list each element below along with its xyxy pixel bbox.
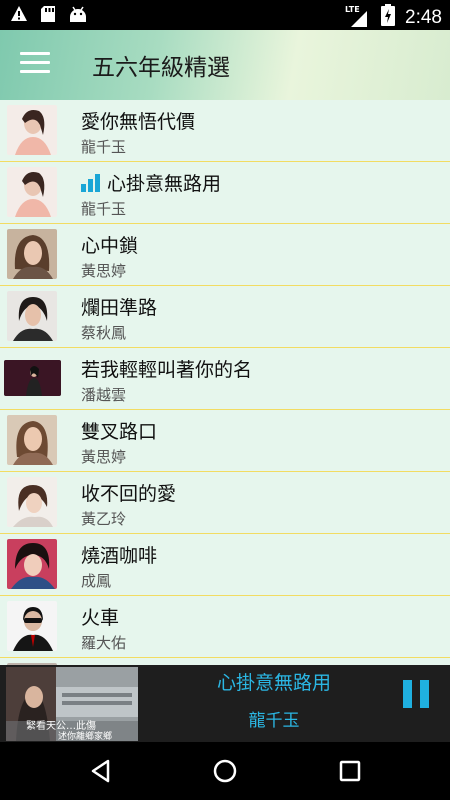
clock: 2:48: [405, 6, 442, 28]
album-art: [7, 291, 57, 341]
art-caption-2: 述你離鄉家鄉: [58, 732, 113, 741]
app-bar: 五六年級精選: [0, 30, 450, 100]
sd-card-icon: [40, 5, 56, 27]
song-artist: 龍千玉: [81, 200, 127, 218]
album-art: [7, 167, 57, 217]
now-playing-art: 緊看天公…此傷 述你離鄉家鄉: [6, 667, 138, 741]
menu-icon[interactable]: [20, 52, 50, 78]
list-item[interactable]: 若我輕輕叫著你的名 潘越雲: [0, 348, 450, 410]
page-title: 五六年級精選: [92, 55, 230, 81]
song-artist: 黃乙玲: [81, 510, 127, 528]
list-item[interactable]: 爛田準路 蔡秋鳳: [0, 286, 450, 348]
signal-icon: LTE: [345, 5, 371, 29]
song-artist: 龍千玉: [81, 138, 127, 156]
list-item-partial[interactable]: [0, 658, 450, 665]
status-bar: LTE 2:48: [0, 0, 450, 30]
song-title: 火車: [81, 607, 120, 629]
song-artist: 黃思婷: [81, 448, 127, 466]
song-artist: 黃思婷: [81, 262, 127, 280]
album-art: [7, 539, 57, 589]
song-title: 心中鎖: [81, 235, 139, 257]
list-item[interactable]: 燒酒咖啡 成鳳: [0, 534, 450, 596]
recents-icon[interactable]: [335, 756, 365, 786]
album-art: [7, 229, 57, 279]
album-art: [7, 601, 57, 651]
warning-icon: [10, 5, 28, 27]
song-title: 爛田準路: [81, 297, 158, 319]
song-title: 燒酒咖啡: [81, 545, 158, 567]
list-item[interactable]: 心中鎖 黃思婷: [0, 224, 450, 286]
song-title: 雙叉路口: [81, 421, 158, 443]
album-art: [4, 360, 61, 396]
song-list[interactable]: 愛你無悟代價 龍千玉 心掛意無路用 龍千玉 心中鎖 黃思婷 爛田準路 蔡秋鳳 若…: [0, 100, 450, 665]
now-playing-title: 心掛意無路用: [216, 672, 331, 694]
song-title: 若我輕輕叫著你的名: [81, 359, 253, 381]
album-art: [7, 477, 57, 527]
song-title: 收不回的愛: [81, 483, 177, 505]
now-playing-icon: [81, 173, 101, 192]
album-art: [7, 105, 57, 155]
song-title: 愛你無悟代價: [81, 111, 196, 133]
pause-icon[interactable]: [403, 680, 429, 708]
battery-charging-icon: [381, 4, 396, 31]
list-item[interactable]: 雙叉路口 黃思婷: [0, 410, 450, 472]
home-icon[interactable]: [210, 756, 240, 786]
back-icon[interactable]: [86, 756, 116, 786]
list-item[interactable]: 愛你無悟代價 龍千玉: [0, 100, 450, 162]
song-title: 心掛意無路用: [107, 173, 222, 195]
list-item[interactable]: 火車 羅大佑: [0, 596, 450, 658]
now-playing-bar[interactable]: 緊看天公…此傷 述你離鄉家鄉 心掛意無路用 龍千玉: [0, 665, 450, 742]
list-item[interactable]: 心掛意無路用 龍千玉: [0, 162, 450, 224]
now-playing-artist: 龍千玉: [248, 711, 300, 731]
song-artist: 潘越雲: [81, 386, 127, 404]
navigation-bar: [0, 742, 450, 800]
android-icon: [68, 5, 88, 27]
song-artist: 蔡秋鳳: [81, 324, 127, 342]
album-art: [7, 415, 57, 465]
song-artist: 成鳳: [81, 572, 112, 590]
list-item[interactable]: 收不回的愛 黃乙玲: [0, 472, 450, 534]
song-artist: 羅大佑: [81, 634, 127, 652]
